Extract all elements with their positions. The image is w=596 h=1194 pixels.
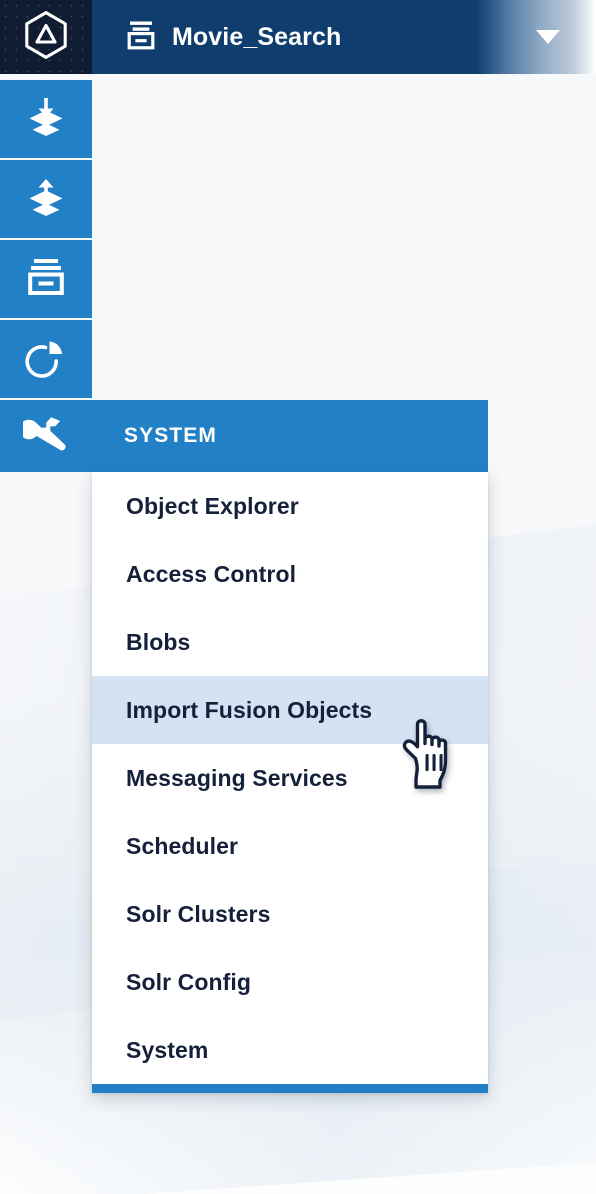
- archive-box-icon: [23, 254, 69, 305]
- menu-item-label: Import Fusion Objects: [126, 696, 373, 723]
- hexagon-triangle-logo-icon: [23, 10, 69, 65]
- pie-chart-icon: [23, 334, 69, 385]
- menu-item-blobs[interactable]: Blobs: [92, 608, 488, 676]
- index-pipeline-down-icon: [22, 93, 70, 146]
- chevron-down-icon[interactable]: [536, 30, 560, 44]
- menu-item-label: Solr Clusters: [126, 900, 271, 927]
- menu-item-access-control[interactable]: Access Control: [92, 540, 488, 608]
- page-title: Movie_Search: [172, 22, 342, 51]
- app-logo-tile[interactable]: [0, 0, 92, 74]
- archive-box-icon: [124, 18, 158, 57]
- menu-item-label: Solr Config: [126, 968, 252, 995]
- menu-item-label: Blobs: [126, 628, 191, 655]
- menu-item-label: Messaging Services: [126, 764, 348, 791]
- query-pipeline-up-icon: [22, 173, 70, 226]
- system-label: SYSTEM: [124, 424, 217, 447]
- menu-item-solr-config[interactable]: Solr Config: [92, 948, 488, 1016]
- sidebar-item-system[interactable]: SYSTEM: [0, 400, 488, 472]
- menu-item-solr-clusters[interactable]: Solr Clusters: [92, 880, 488, 948]
- indexing-rail-item[interactable]: [0, 80, 92, 158]
- menu-bottom-accent-bar: [92, 1084, 488, 1093]
- menu-item-scheduler[interactable]: Scheduler: [92, 812, 488, 880]
- menu-item-label: Object Explorer: [126, 492, 299, 519]
- menu-item-label: System: [126, 1036, 209, 1063]
- system-icon-cell: [0, 400, 92, 472]
- left-rail: [0, 80, 92, 400]
- menu-item-system[interactable]: System: [92, 1016, 488, 1084]
- menu-item-label: Scheduler: [126, 832, 239, 859]
- querying-rail-item[interactable]: [0, 160, 92, 238]
- menu-item-label: Access Control: [126, 560, 297, 587]
- menu-item-import-fusion-objects[interactable]: Import Fusion Objects: [92, 676, 488, 744]
- app-header: Movie_Search: [0, 0, 596, 74]
- menu-item-object-explorer[interactable]: Object Explorer: [92, 472, 488, 540]
- analytics-rail-item[interactable]: [0, 320, 92, 398]
- app-window: Movie_Search SYSTEM Object Explorer Acce…: [0, 0, 596, 1194]
- system-submenu: Object Explorer Access Control Blobs Imp…: [92, 472, 488, 1093]
- wrench-icon: [19, 411, 69, 462]
- menu-item-messaging-services[interactable]: Messaging Services: [92, 744, 488, 812]
- collections-rail-item[interactable]: [0, 240, 92, 318]
- header-title-group[interactable]: Movie_Search: [124, 0, 341, 74]
